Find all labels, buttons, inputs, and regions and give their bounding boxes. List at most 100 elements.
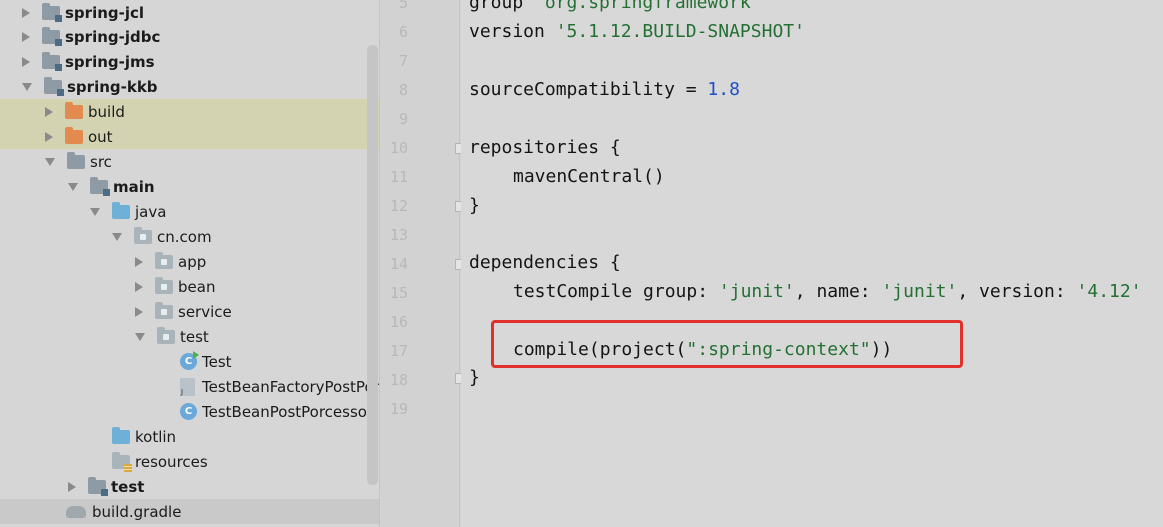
tree-item-build[interactable]: build bbox=[0, 99, 379, 124]
tree-item-kotlin[interactable]: kotlin bbox=[0, 424, 379, 449]
collapse-arrow-icon[interactable] bbox=[135, 332, 145, 341]
tree-item-app[interactable]: app bbox=[0, 249, 379, 274]
tree-item-src[interactable]: src bbox=[0, 149, 379, 174]
expand-arrow-icon[interactable] bbox=[68, 481, 76, 492]
excluded-folder-icon bbox=[65, 101, 83, 119]
annotation-highlight-box bbox=[491, 320, 963, 368]
tree-item-testbeanfactorypostpor[interactable]: J TestBeanFactoryPostPor bbox=[0, 374, 380, 399]
line-number: 14 bbox=[389, 255, 408, 273]
collapse-arrow-icon[interactable] bbox=[112, 232, 122, 241]
expand-arrow-icon[interactable] bbox=[135, 306, 143, 317]
code-line-8: sourceCompatibility = 1.8 bbox=[469, 79, 740, 100]
java-file-icon: J bbox=[180, 377, 195, 396]
module-folder-icon bbox=[42, 51, 62, 71]
tree-item-spring-jms[interactable]: spring-jms bbox=[0, 49, 379, 74]
tree-item-label: java bbox=[135, 202, 167, 221]
tree-item-java[interactable]: java bbox=[0, 199, 379, 224]
package-folder-icon bbox=[155, 251, 173, 269]
line-number: 18 bbox=[389, 371, 408, 389]
tree-item-label: spring-jms bbox=[65, 52, 155, 71]
runnable-class-icon: C bbox=[180, 351, 199, 370]
tree-item-label: out bbox=[88, 127, 113, 146]
tree-item-label: test bbox=[180, 327, 209, 346]
line-number: 11 bbox=[389, 168, 408, 186]
tree-item-label: test bbox=[111, 477, 145, 496]
module-folder-icon bbox=[42, 26, 62, 46]
line-number: 6 bbox=[398, 23, 408, 41]
tree-item-label: main bbox=[113, 177, 155, 196]
line-number: 17 bbox=[389, 342, 408, 360]
code-line-5: group 'org.springframework' bbox=[469, 0, 762, 13]
tree-item-label: spring-jcl bbox=[65, 3, 145, 22]
expand-arrow-icon[interactable] bbox=[22, 7, 30, 18]
line-number: 10 bbox=[389, 139, 408, 157]
tree-item-out[interactable]: out bbox=[0, 124, 379, 149]
expand-arrow-icon[interactable] bbox=[135, 281, 143, 292]
line-number: 8 bbox=[398, 81, 408, 99]
tree-item-label: build.gradle bbox=[92, 502, 182, 521]
line-number: 9 bbox=[398, 110, 408, 128]
tree-item-service[interactable]: service bbox=[0, 299, 379, 324]
gradle-icon bbox=[66, 505, 86, 518]
expand-arrow-icon[interactable] bbox=[45, 131, 53, 142]
code-line-12: } bbox=[469, 195, 480, 216]
tree-item-label: resources bbox=[135, 452, 208, 471]
resources-folder-icon bbox=[112, 451, 132, 472]
source-folder-icon bbox=[112, 201, 130, 219]
line-number: 16 bbox=[389, 313, 408, 331]
tree-item-label: spring-kkb bbox=[67, 77, 158, 96]
folder-icon bbox=[67, 151, 85, 169]
package-folder-icon bbox=[134, 226, 152, 244]
tree-item-test-package[interactable]: test bbox=[0, 324, 379, 349]
tree-item-main[interactable]: main bbox=[0, 174, 379, 199]
tree-scrollbar[interactable] bbox=[367, 45, 378, 485]
tree-item-testbeanpostporcessor[interactable]: C TestBeanPostPorcessor bbox=[0, 399, 379, 424]
module-folder-icon bbox=[42, 2, 62, 22]
module-folder-icon bbox=[44, 76, 64, 96]
line-number: 7 bbox=[398, 52, 408, 70]
tree-item-label: src bbox=[90, 152, 112, 171]
code-line-15: testCompile group: 'junit', name: 'junit… bbox=[513, 281, 1142, 302]
code-line-18: } bbox=[469, 367, 480, 388]
code-line-11: mavenCentral() bbox=[513, 166, 665, 187]
expand-arrow-icon[interactable] bbox=[45, 106, 53, 117]
collapse-arrow-icon[interactable] bbox=[68, 182, 78, 191]
code-line-10: repositories { bbox=[469, 137, 621, 158]
expand-arrow-icon[interactable] bbox=[22, 31, 30, 42]
tree-item-label: TestBeanFactoryPostPor bbox=[202, 377, 380, 396]
project-tree-panel: spring-jcl spring-jdbc spring-jms spring… bbox=[0, 0, 380, 527]
module-folder-icon bbox=[90, 176, 110, 196]
expand-arrow-icon[interactable] bbox=[22, 56, 30, 67]
excluded-folder-icon bbox=[65, 126, 83, 144]
tree-item-resources[interactable]: resources bbox=[0, 449, 379, 474]
tree-item-cn-com[interactable]: cn.com bbox=[0, 224, 379, 249]
tree-item-label: spring-jdbc bbox=[65, 27, 161, 46]
tree-item-test-class[interactable]: C Test bbox=[0, 349, 379, 374]
collapse-arrow-icon[interactable] bbox=[22, 82, 32, 91]
source-folder-icon bbox=[112, 426, 130, 444]
tree-item-label: TestBeanPostPorcessor bbox=[202, 402, 374, 421]
line-number: 13 bbox=[389, 226, 408, 244]
tree-item-spring-jdbc[interactable]: spring-jdbc bbox=[0, 24, 379, 49]
tree-item-label: cn.com bbox=[157, 227, 212, 246]
tree-item-spring-kkb[interactable]: spring-kkb bbox=[0, 74, 379, 99]
collapse-arrow-icon[interactable] bbox=[45, 157, 55, 166]
package-folder-icon bbox=[155, 276, 173, 294]
tree-item-bean[interactable]: bean bbox=[0, 274, 379, 299]
collapse-arrow-icon[interactable] bbox=[90, 207, 100, 216]
package-folder-icon bbox=[155, 301, 173, 319]
module-folder-icon bbox=[88, 476, 108, 496]
expand-arrow-icon[interactable] bbox=[135, 256, 143, 267]
line-number: 12 bbox=[389, 197, 408, 215]
tree-item-label: app bbox=[178, 252, 207, 271]
tree-item-test-folder[interactable]: test bbox=[0, 474, 379, 499]
tree-item-label: build bbox=[88, 102, 125, 121]
tree-item-spring-jcl[interactable]: spring-jcl bbox=[0, 0, 379, 25]
tree-item-label: Test bbox=[202, 352, 232, 371]
package-folder-icon bbox=[157, 326, 175, 344]
line-number: 19 bbox=[389, 400, 408, 418]
tree-item-label: bean bbox=[178, 277, 216, 296]
line-number: 15 bbox=[389, 284, 408, 302]
tree-item-build-gradle[interactable]: build.gradle bbox=[0, 499, 379, 524]
class-icon: C bbox=[180, 403, 197, 420]
